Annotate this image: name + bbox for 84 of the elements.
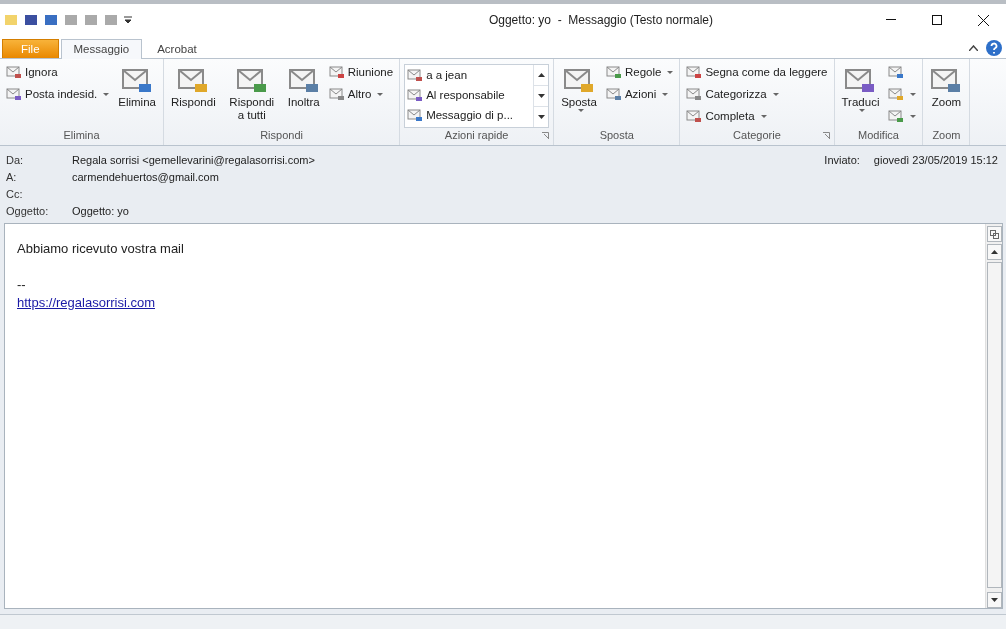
small-envelope-icon — [686, 64, 703, 80]
quick-step-item[interactable]: a a jean — [405, 65, 534, 85]
window-title: Oggetto: yo - Messaggio (Testo normale) — [487, 13, 715, 27]
scroll-down-icon[interactable] — [990, 598, 998, 602]
ribbon-button[interactable]: Posta indesid. — [4, 84, 112, 104]
dialog-launcher-icon[interactable] — [822, 132, 830, 139]
ribbon-button[interactable]: Inoltra — [284, 62, 323, 129]
ribbon-button[interactable]: Altro — [326, 84, 396, 104]
field-label: Cc: — [6, 188, 24, 202]
small-envelope-icon — [686, 108, 703, 124]
small-envelope-icon — [888, 64, 905, 80]
group-label: Sposta — [599, 129, 634, 141]
group-label: Zoom — [932, 129, 961, 141]
quick-step-item[interactable]: Messaggio di p... — [405, 105, 534, 125]
ribbon-button[interactable]: Ignora — [4, 62, 112, 82]
small-envelope-icon — [407, 67, 424, 83]
field-value: Regala sorrisi <gemellevarini@regalasorrisi.com> — [72, 154, 315, 168]
caret-icon — [910, 92, 917, 96]
scroll-up-icon[interactable] — [537, 73, 545, 77]
caret-icon — [858, 109, 865, 112]
minimize-icon — [886, 19, 896, 21]
body-text: -- — [17, 277, 26, 292]
caret-icon — [103, 92, 110, 96]
group-label: Elimina — [63, 129, 100, 141]
ribbon-button[interactable]: Riunione — [326, 62, 396, 82]
field-value: Oggetto: yo — [72, 205, 129, 219]
caret-icon — [577, 109, 584, 112]
split-icon — [989, 229, 999, 239]
ribbon-button[interactable]: Segna come da leggere — [684, 62, 830, 82]
group-label: Categorie — [733, 129, 781, 141]
caret-icon — [662, 92, 669, 96]
ribbon-tab[interactable]: Acrobat — [144, 39, 210, 58]
scrollbar-thumb[interactable] — [986, 262, 1002, 588]
small-envelope-icon — [888, 86, 905, 102]
caret-icon — [910, 114, 917, 118]
scroll-down-button[interactable] — [986, 592, 1002, 608]
maximize-icon — [932, 15, 942, 25]
close-icon — [977, 14, 989, 26]
ribbon-button[interactable]: Zoom — [927, 62, 966, 129]
small-envelope-icon — [686, 86, 703, 102]
small-envelope-icon — [605, 64, 622, 80]
collapse-ribbon-icon[interactable] — [969, 45, 978, 51]
field-label: Inviato: — [824, 154, 860, 166]
small-envelope-icon — [6, 64, 22, 80]
field-value: giovedì 23/05/2019 15:12 — [873, 154, 998, 166]
split-button[interactable] — [986, 226, 1002, 242]
small-envelope-icon — [888, 108, 905, 124]
caret-icon — [377, 92, 384, 96]
field-label: Oggetto: — [6, 205, 50, 219]
ribbon-button[interactable]: Categorizza — [684, 84, 830, 104]
ribbon-button[interactable]: Rispondi — [167, 62, 219, 129]
small-envelope-icon — [605, 86, 622, 102]
ribbon-button[interactable]: Azioni — [603, 84, 676, 104]
body-text: Abbiamo ricevuto vostra mail — [17, 241, 184, 256]
ribbon-button[interactable]: Traduci — [838, 62, 883, 129]
ribbon-button[interactable]: Regole — [603, 62, 676, 82]
scroll-down-icon[interactable] — [537, 115, 545, 119]
ribbon-tab[interactable]: Messaggio — [60, 39, 143, 59]
quick-step-item[interactable]: Al responsabile — [405, 85, 534, 105]
field-label: A: — [6, 171, 18, 185]
caret-icon — [760, 114, 767, 118]
ribbon-button[interactable]: Sposta — [558, 62, 600, 129]
ribbon-button[interactable]: Rispondi a tutti — [222, 62, 281, 129]
field-value: carmendehuertos@gmail.com — [72, 171, 219, 185]
scroll-up-icon[interactable] — [990, 250, 998, 254]
small-envelope-icon — [407, 87, 424, 103]
group-label: Modifica — [858, 129, 899, 141]
small-envelope-icon — [328, 86, 345, 102]
customize-menu-icon[interactable] — [124, 16, 132, 24]
ribbon-button[interactable]: Elimina — [115, 62, 159, 129]
small-envelope-icon — [328, 64, 345, 80]
small-envelope-icon — [6, 86, 22, 102]
small-envelope-icon — [407, 107, 424, 123]
scroll-down-icon[interactable] — [537, 94, 545, 98]
caret-icon — [667, 70, 674, 74]
field-label: Da: — [6, 154, 25, 168]
scroll-up-button[interactable] — [986, 244, 1002, 260]
ribbon-button[interactable]: Completa — [684, 106, 830, 126]
help-icon[interactable] — [986, 40, 1002, 56]
group-label: Rispondi — [260, 129, 303, 141]
group-label: Azioni rapide — [444, 129, 509, 141]
dialog-launcher-icon[interactable] — [542, 132, 550, 139]
link[interactable]: https://regalasorrisi.com — [17, 295, 155, 310]
caret-icon — [772, 92, 779, 96]
